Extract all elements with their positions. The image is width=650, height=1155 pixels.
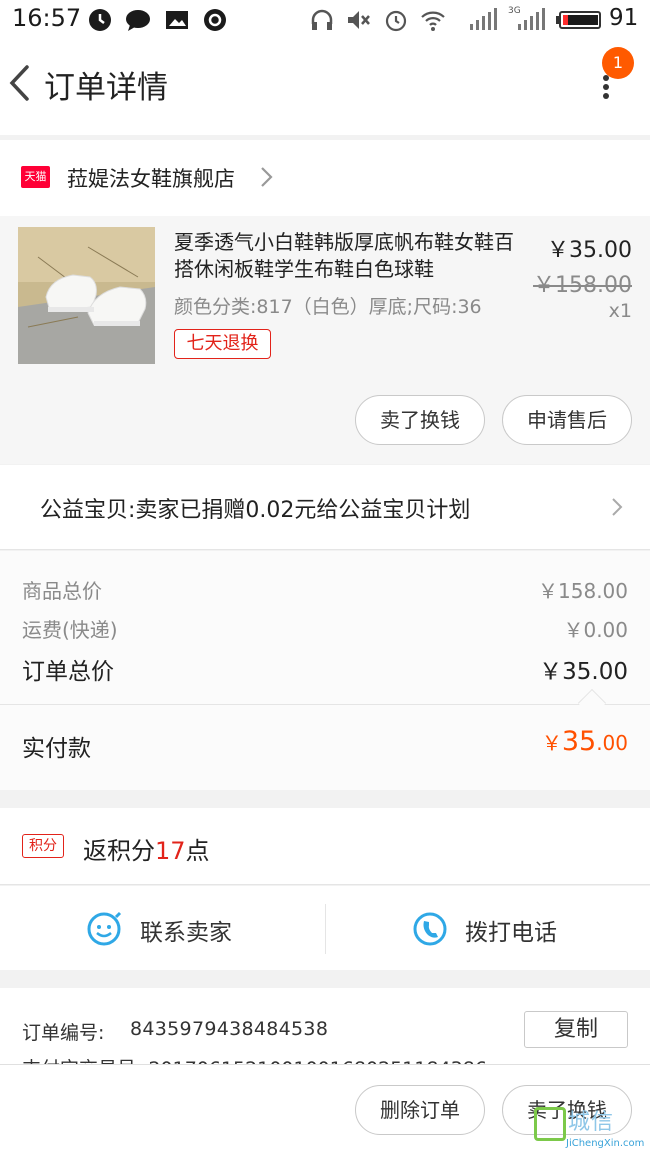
- goods-total-value: ￥158.00: [538, 579, 628, 603]
- sell-for-cash-button[interactable]: 卖了换钱: [355, 395, 485, 445]
- shipping-label: 运费(快递): [22, 618, 118, 642]
- phone-icon[interactable]: [412, 911, 448, 947]
- product-quantity: x1: [608, 300, 632, 322]
- sync-icon: [204, 9, 226, 31]
- points-prefix: 返积分: [83, 837, 155, 865]
- order-number-label: 订单编号:: [22, 1022, 105, 1044]
- order-number-value: 8435979438484538: [130, 1018, 329, 1040]
- order-total-label: 订单总价: [22, 659, 114, 685]
- points-suffix: 点: [185, 837, 210, 865]
- refresh-icon: [89, 9, 111, 31]
- chat-face-icon[interactable]: [86, 911, 122, 947]
- paid-amount-decimal: .00: [596, 731, 628, 755]
- notification-badge: 1: [602, 47, 634, 79]
- battery-level: 91: [609, 5, 639, 31]
- back-arrow-icon[interactable]: [6, 64, 32, 102]
- wifi-icon: [421, 11, 445, 31]
- chevron-right-icon[interactable]: [610, 496, 624, 518]
- mute-icon: [348, 11, 370, 29]
- signal-icon: [470, 8, 497, 30]
- product-title[interactable]: 夏季透气小白鞋韩版厚底帆布鞋女鞋百搭休闲板鞋学生布鞋白色球鞋: [174, 229, 524, 283]
- divider: [325, 904, 326, 954]
- alarm-icon: [385, 10, 407, 32]
- order-total-value: ￥35.00: [539, 659, 628, 685]
- headphones-icon: [311, 9, 333, 30]
- contact-seller-button[interactable]: 联系卖家: [140, 913, 232, 947]
- watermark-logo: [534, 1107, 566, 1141]
- shipping-value: ￥0.00: [563, 618, 628, 642]
- delete-order-button[interactable]: 删除订单: [355, 1085, 485, 1135]
- watermark-url: JiChengXin.com: [566, 1138, 645, 1149]
- paid-amount-label: 实付款: [22, 736, 91, 762]
- page-title: 订单详情: [44, 70, 168, 106]
- watermark-text: 城信: [568, 1110, 615, 1135]
- chat-bubble-icon: [126, 10, 150, 31]
- currency-symbol: ￥: [541, 731, 562, 755]
- product-price: ￥35.00: [547, 238, 632, 263]
- paid-amount-value: ￥35.00: [428, 726, 628, 757]
- call-phone-button[interactable]: 拨打电话: [465, 913, 557, 947]
- product-original-price: ￥158.00: [533, 273, 632, 298]
- points-text: 返积分17点: [83, 831, 210, 866]
- product-image[interactable]: [18, 227, 155, 364]
- charity-text: 公益宝贝:卖家已捐赠0.02元给公益宝贝计划: [40, 498, 471, 523]
- copy-button[interactable]: 复制: [524, 1011, 628, 1048]
- paid-amount-integer: 35: [561, 726, 597, 757]
- points-value: 17: [155, 837, 186, 865]
- battery-icon: [556, 11, 601, 29]
- divider: [0, 704, 650, 705]
- signal-3g-icon: [518, 8, 545, 30]
- status-time: 16:57: [12, 4, 82, 32]
- photo-icon: [166, 11, 188, 29]
- goods-total-label: 商品总价: [22, 579, 102, 603]
- product-spec: 颜色分类:817（白色）厚底;尺码:36: [174, 296, 482, 318]
- points-badge: 积分: [22, 834, 64, 858]
- seven-day-return-badge: 七天退换: [174, 329, 271, 359]
- after-sale-button[interactable]: 申请售后: [502, 395, 632, 445]
- chevron-right-icon[interactable]: [258, 165, 274, 189]
- store-name[interactable]: 菈媞法女鞋旗舰店: [67, 163, 235, 193]
- tmall-logo: 天猫: [21, 166, 50, 188]
